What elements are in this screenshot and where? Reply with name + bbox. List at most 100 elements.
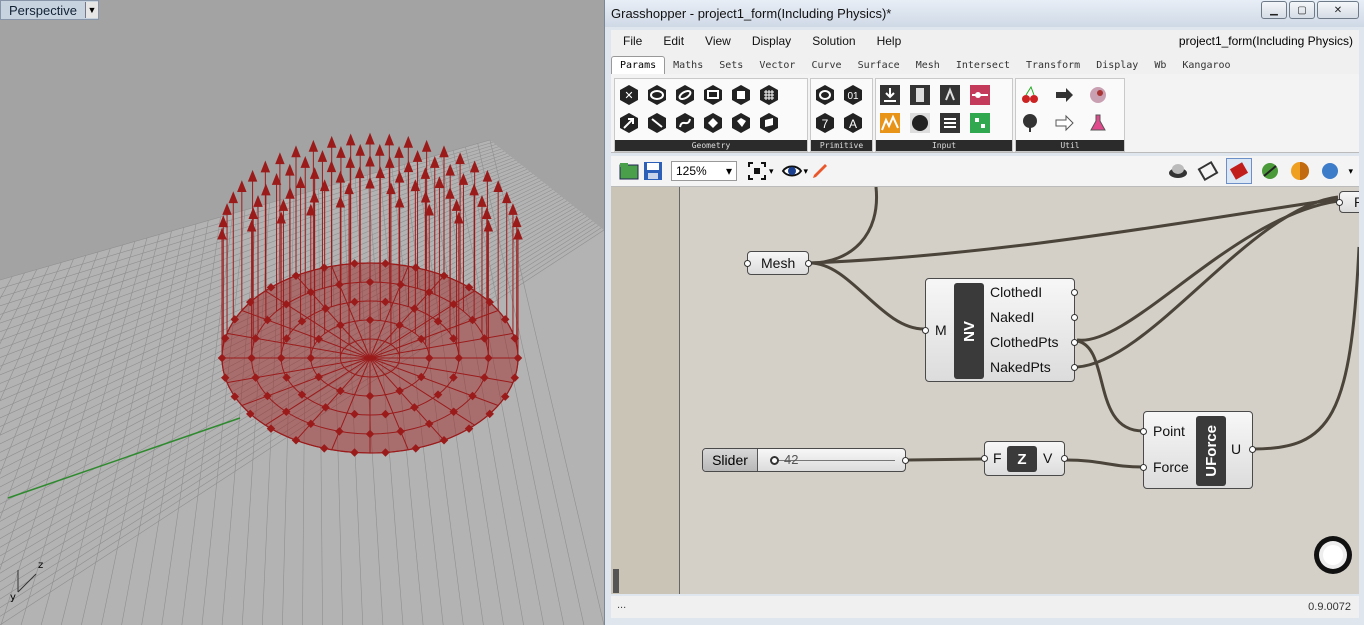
- tab-wb[interactable]: Wb: [1146, 57, 1174, 74]
- mesh-param-node[interactable]: Mesh: [744, 251, 812, 275]
- zoom-dropdown[interactable]: 125% ▾: [671, 161, 737, 181]
- record-icon[interactable]: [938, 83, 962, 107]
- slider-handle[interactable]: [770, 456, 779, 465]
- output-grip[interactable]: [1071, 364, 1078, 371]
- unit-z-component[interactable]: F Z V: [981, 441, 1068, 476]
- sketch-pen-icon[interactable]: [808, 159, 832, 183]
- nv-component[interactable]: M NV ClothedI NakedI ClothedPts NakedPts: [922, 278, 1078, 382]
- number-param-icon[interactable]: 7: [813, 111, 837, 135]
- arc-param-icon[interactable]: [673, 83, 697, 107]
- number-slider[interactable]: Slider 42: [702, 448, 909, 472]
- tab-mesh[interactable]: Mesh: [908, 57, 948, 74]
- tab-surface[interactable]: Surface: [850, 57, 908, 74]
- shaded-preview-icon[interactable]: [1166, 159, 1190, 183]
- chevron-down-icon[interactable]: ▾: [1348, 166, 1353, 177]
- tab-intersect[interactable]: Intersect: [948, 57, 1018, 74]
- viewport-title-bar[interactable]: Perspective ▼: [0, 0, 99, 20]
- preview-mesh-icon[interactable]: [1258, 159, 1282, 183]
- import-icon[interactable]: [878, 83, 902, 107]
- minimize-button[interactable]: ▁: [1261, 1, 1287, 19]
- grasshopper-canvas[interactable]: Mesh M NV ClothedI NakedI ClothedPts Nak…: [611, 187, 1359, 594]
- force-arrow-head: [375, 143, 385, 156]
- menu-help[interactable]: Help: [865, 34, 911, 48]
- cherry-picker-icon[interactable]: [1018, 83, 1042, 107]
- menu-file[interactable]: File: [611, 34, 651, 48]
- chevron-down-icon[interactable]: ▾: [769, 166, 774, 177]
- wireframe-preview-icon[interactable]: [1196, 159, 1220, 183]
- force-arrow-head: [336, 145, 346, 158]
- uforce-component[interactable]: Point Force UForce U: [1140, 411, 1256, 489]
- menu-edit[interactable]: Edit: [651, 34, 693, 48]
- rectangle-param-icon[interactable]: [701, 83, 725, 107]
- input-grip[interactable]: [1336, 199, 1343, 206]
- material-icon[interactable]: [1288, 159, 1312, 183]
- input-grip[interactable]: [744, 260, 751, 267]
- graph-mapper-icon[interactable]: [878, 111, 902, 135]
- boolean-param-icon[interactable]: 01: [841, 83, 865, 107]
- output-grip[interactable]: [1061, 455, 1068, 462]
- wire-mesh-to-nv: [809, 261, 925, 331]
- status-bar: ... 0.9.0072: [611, 596, 1359, 618]
- tab-params[interactable]: Params: [611, 56, 666, 74]
- window-title-bar[interactable]: Grasshopper - project1_form(Including Ph…: [605, 0, 1364, 27]
- flask-icon[interactable]: [1086, 111, 1110, 135]
- input-grip[interactable]: [981, 455, 988, 462]
- edge-param-node[interactable]: P: [1336, 191, 1359, 213]
- surface-param-icon[interactable]: [701, 111, 725, 135]
- input-grip[interactable]: [1140, 428, 1147, 435]
- slider-track[interactable]: 42: [758, 449, 905, 471]
- nv-input-grip[interactable]: [922, 327, 929, 334]
- output-grip[interactable]: [902, 457, 909, 464]
- point-param-icon[interactable]: ✕: [617, 83, 641, 107]
- tab-curve[interactable]: Curve: [803, 57, 849, 74]
- menu-view[interactable]: View: [693, 34, 740, 48]
- output-grip[interactable]: [1071, 289, 1078, 296]
- brep-param-icon[interactable]: [729, 111, 753, 135]
- text-param-icon[interactable]: A: [841, 111, 865, 135]
- gradient-icon[interactable]: [968, 111, 992, 135]
- geometry-param-icon[interactable]: [757, 111, 781, 135]
- panel-util: Util: [1015, 78, 1125, 152]
- output-grip[interactable]: [1249, 446, 1256, 453]
- menu-display[interactable]: Display: [740, 34, 800, 48]
- output-grip[interactable]: [805, 260, 812, 267]
- tab-kangaroo[interactable]: Kangaroo: [1174, 57, 1238, 74]
- menu-solution[interactable]: Solution: [800, 34, 864, 48]
- input-grip[interactable]: [1140, 464, 1147, 471]
- tab-sets[interactable]: Sets: [711, 57, 751, 74]
- output-grip[interactable]: [1071, 314, 1078, 321]
- viewport-menu-arrow-icon[interactable]: ▼: [84, 2, 98, 18]
- integer-param-icon[interactable]: [813, 83, 837, 107]
- relay-arrow-icon[interactable]: [1052, 83, 1076, 107]
- vector-param-icon[interactable]: [617, 111, 641, 135]
- toggle-icon[interactable]: [908, 111, 932, 135]
- panel-component-icon[interactable]: [908, 83, 932, 107]
- maximize-button[interactable]: ▢: [1289, 1, 1315, 19]
- open-file-icon[interactable]: [617, 159, 641, 183]
- tree-icon[interactable]: [1018, 111, 1042, 135]
- save-file-icon[interactable]: [641, 159, 665, 183]
- tab-transform[interactable]: Transform: [1018, 57, 1088, 74]
- zoom-extents-icon[interactable]: [745, 159, 769, 183]
- viewport-label[interactable]: Perspective: [1, 3, 85, 18]
- circle-param-icon[interactable]: [645, 83, 669, 107]
- number-slider-icon[interactable]: [968, 83, 992, 107]
- edge-param-label: P: [1354, 194, 1359, 210]
- mesh-param-icon[interactable]: [757, 83, 781, 107]
- output-grip[interactable]: [1071, 339, 1078, 346]
- rhino-viewport[interactable]: Perspective ▼ z y: [0, 0, 604, 625]
- vertical-scrollbar[interactable]: [613, 569, 619, 593]
- tab-maths[interactable]: Maths: [665, 57, 711, 74]
- fuse-icon[interactable]: [1086, 83, 1110, 107]
- tab-display[interactable]: Display: [1088, 57, 1146, 74]
- outline-arrow-icon[interactable]: [1052, 111, 1076, 135]
- sphere-display-icon[interactable]: [1318, 159, 1342, 183]
- eye-preview-icon[interactable]: [780, 159, 804, 183]
- value-list-icon[interactable]: [938, 111, 962, 135]
- box-param-icon[interactable]: [729, 83, 753, 107]
- line-param-icon[interactable]: [645, 111, 669, 135]
- curve-param-icon[interactable]: [673, 111, 697, 135]
- selected-preview-icon[interactable]: [1226, 158, 1253, 184]
- tab-vector[interactable]: Vector: [751, 57, 803, 74]
- close-button[interactable]: ✕: [1317, 1, 1359, 19]
